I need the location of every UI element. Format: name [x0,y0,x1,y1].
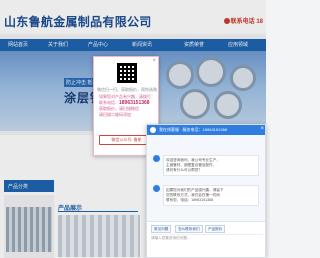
chat-header: 我在线客服 · 服务电话：18963151368 × [147,125,265,135]
quick-reply-quote[interactable]: 产品报价 [205,225,226,233]
qr-phone-label: 联系电话： [99,100,119,105]
chat-window: 我在线客服 · 服务电话：18963151368 × 欢迎咨询我司，我公司专业生… [146,124,266,258]
qr-info-line4: 请扫描二维码添加 [99,112,131,117]
chat-input-bar: 常见问题 怎么联系我们 产品报价 请输入您要咨询的问题... [147,221,265,257]
qr-code-image [117,63,137,83]
quick-reply-contact[interactable]: 怎么联系我们 [175,225,203,233]
message-line: 联系您，电话：18963151368 [166,198,214,202]
agent-avatar [153,155,160,162]
quick-reply-faq[interactable]: 常见问题 [151,225,172,233]
qr-close-icon[interactable]: × [152,58,156,64]
chat-avatar [150,127,156,133]
message-line: 请问有什么可以帮您？ [166,168,202,172]
chat-close-icon[interactable]: × [260,126,264,132]
chat-divider [151,234,263,235]
qr-caption: 微信扫一扫，获取报价，帮你选购 [97,87,157,92]
agent-avatar [153,185,160,192]
chat-title: 我在线客服 · 服务电话：18963151368 [159,127,228,132]
message-bubble: 如果您对我们的产品感兴趣，请留下 您的联系方式，我们会在第一时间 联系您，电话：… [163,185,259,206]
qr-info: 如果您对产品有兴趣，请拨打： 联系电话：18963151368 获取报价，请扫描… [99,94,157,118]
message-bubble: 欢迎咨询我司，我公司专业生产， 主营管材、钢塑复合管及配件， 请问有什么可以帮您… [163,155,259,176]
chat-message-input[interactable]: 请输入您要咨询的问题... [151,236,263,244]
